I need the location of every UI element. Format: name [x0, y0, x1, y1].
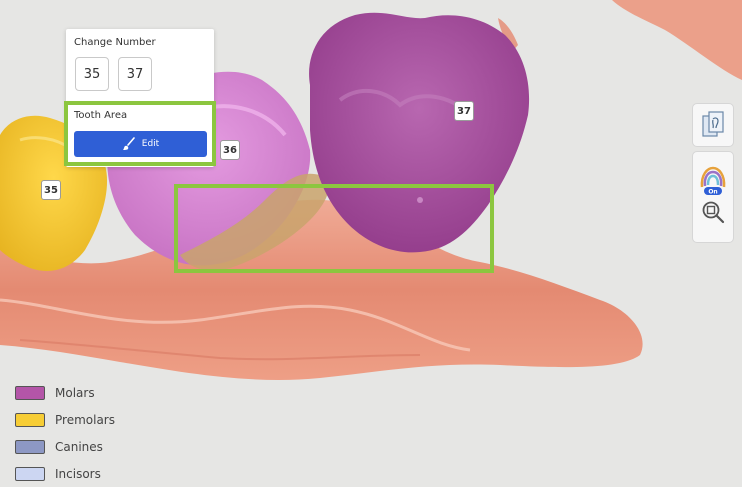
- legend-label-canines: Canines: [55, 439, 103, 454]
- legend-label-premolars: Premolars: [55, 412, 115, 427]
- legend-swatch-premolars: [15, 412, 45, 427]
- tooth-settings-panel: Change Number 35 37 Tooth Area Edit: [66, 29, 214, 167]
- zoom-fit-icon: [702, 201, 725, 224]
- legend-item-canines: Canines: [15, 433, 115, 460]
- upper-gum-fragment: [612, 0, 742, 80]
- change-number-label: Change Number: [74, 37, 156, 48]
- arch-toggle-button[interactable]: On: [698, 165, 728, 197]
- layers-icon: [702, 111, 724, 137]
- brush-icon: [122, 137, 135, 150]
- tooth-label-36[interactable]: 36: [220, 140, 240, 160]
- legend-label-incisors: Incisors: [55, 466, 101, 481]
- tooth-37: [309, 12, 530, 253]
- legend-item-premolars: Premolars: [15, 406, 115, 433]
- tooth-number-35-button[interactable]: 35: [75, 57, 109, 91]
- edit-button[interactable]: Edit: [74, 131, 207, 157]
- view-tools-group: On: [692, 151, 734, 243]
- tooth-label-35[interactable]: 35: [41, 180, 61, 200]
- legend-item-molars: Molars: [15, 379, 115, 406]
- edit-button-label: Edit: [141, 139, 160, 149]
- legend-swatch-canines: [15, 439, 45, 454]
- layers-button[interactable]: [692, 103, 734, 147]
- legend-item-incisors: Incisors: [15, 460, 115, 487]
- arch-toggle-icon: On: [700, 166, 726, 196]
- tooth-label-37[interactable]: 37: [454, 101, 474, 121]
- legend-label-molars: Molars: [55, 385, 95, 400]
- zoom-fit-button[interactable]: [700, 199, 726, 229]
- legend-swatch-incisors: [15, 466, 45, 481]
- svg-text:On: On: [708, 189, 717, 196]
- tooth-area-label: Tooth Area: [74, 110, 128, 121]
- right-toolbar: On: [692, 103, 736, 247]
- legend-swatch-molars: [15, 385, 45, 400]
- tooth-type-legend: Molars Premolars Canines Incisors: [15, 379, 115, 487]
- tooth-number-37-button[interactable]: 37: [118, 57, 152, 91]
